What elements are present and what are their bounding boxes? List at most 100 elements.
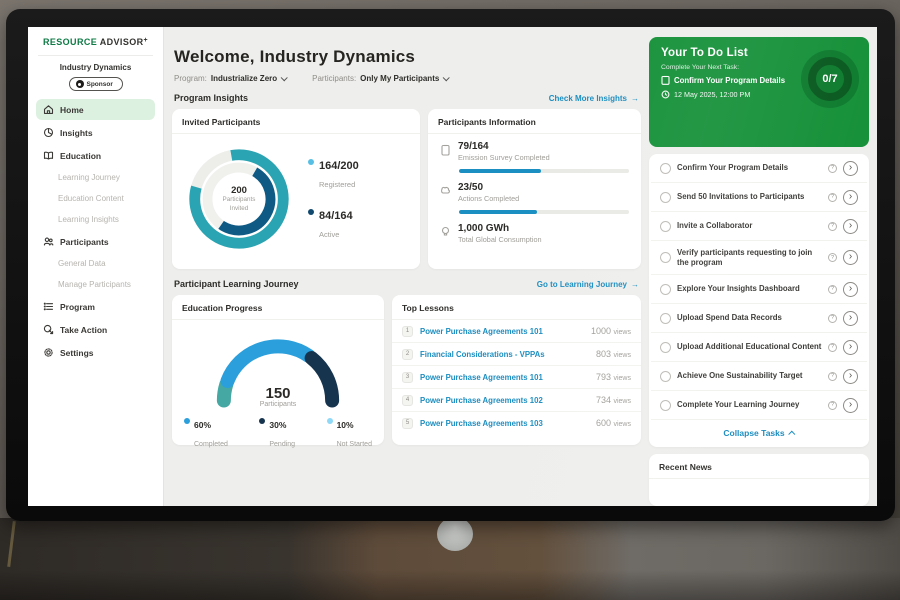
sidebar: RESOURCE ADVISOR+ Industry Dynamics Spon…: [28, 27, 164, 506]
todo-summary-card: Your To Do List Complete Your Next Task:…: [649, 37, 869, 147]
participants-filter-value: Only My Participants: [360, 74, 439, 83]
card-title: Recent News: [649, 454, 869, 479]
task-row: Upload Spend Data Records ? ›: [651, 304, 867, 333]
task-checkbox[interactable]: [660, 313, 671, 324]
task-row: Confirm Your Program Details ? ›: [651, 154, 867, 183]
chevron-up-icon: [788, 430, 795, 437]
sidebar-item-program[interactable]: Program: [36, 296, 155, 317]
section-title: Participant Learning Journey: [174, 279, 299, 289]
stat-label: Emission Survey Completed: [458, 153, 550, 162]
task-go-button[interactable]: ›: [843, 282, 858, 297]
help-icon[interactable]: ?: [828, 343, 837, 352]
help-icon[interactable]: ?: [828, 285, 837, 294]
gauge-legend: 60% Completed 30% Pending 10% Not Starte…: [172, 408, 384, 451]
help-icon[interactable]: ?: [828, 164, 837, 173]
content-area: Welcome, Industry Dynamics Program: Indu…: [164, 27, 877, 506]
help-icon[interactable]: ?: [828, 222, 837, 231]
task-go-button[interactable]: ›: [843, 340, 858, 355]
go-to-learning-journey-link[interactable]: Go to Learning Journey →: [537, 280, 639, 289]
sidebar-item-label: Insights: [60, 128, 93, 138]
sidebar-item-manage-participants[interactable]: Manage Participants: [36, 275, 155, 294]
legend-label: Completed: [194, 441, 228, 448]
page-title: Welcome, Industry Dynamics: [174, 47, 641, 67]
task-label: Explore Your Insights Dashboard: [677, 284, 822, 294]
task-checkbox[interactable]: [660, 252, 671, 263]
sidebar-item-insights[interactable]: Insights: [36, 122, 155, 143]
task-go-button[interactable]: ›: [843, 311, 858, 326]
task-go-button[interactable]: ›: [843, 369, 858, 384]
learning-cards-row: Education Progress 150 Participants: [172, 295, 641, 445]
task-go-button[interactable]: ›: [843, 219, 858, 234]
sidebar-item-learning-insights[interactable]: Learning Insights: [36, 210, 155, 229]
lesson-row: 2 Financial Considerations - VPPAs 803 v…: [392, 343, 641, 366]
task-checkbox[interactable]: [660, 284, 671, 295]
lesson-link[interactable]: Power Purchase Agreements 103: [420, 419, 589, 428]
task-checkbox[interactable]: [660, 371, 671, 382]
help-icon[interactable]: ?: [828, 314, 837, 323]
monitor-bezel: RESOURCE ADVISOR+ Industry Dynamics Spon…: [6, 9, 895, 521]
gear-icon: [43, 347, 54, 358]
participants-filter[interactable]: Participants: Only My Participants: [312, 74, 448, 83]
lesson-link[interactable]: Power Purchase Agreements 101: [420, 373, 589, 382]
sidebar-item-label: Education: [60, 151, 101, 161]
sidebar-item-general-data[interactable]: General Data: [36, 254, 155, 273]
help-icon[interactable]: ?: [828, 253, 837, 262]
task-checkbox[interactable]: [660, 400, 671, 411]
legend-dot: [184, 418, 190, 424]
legend-value: 30%: [269, 420, 286, 430]
todo-tasks-card: Confirm Your Program Details ? › Send 50…: [649, 154, 869, 447]
sponsor-icon: [76, 80, 84, 88]
program-filter[interactable]: Program: Industrialize Zero: [174, 74, 286, 83]
task-checkbox[interactable]: [660, 221, 671, 232]
lesson-row: 4 Power Purchase Agreements 102 734 view…: [392, 389, 641, 412]
sidebar-item-take-action[interactable]: Take Action: [36, 319, 155, 340]
task-label: Invite a Collaborator: [677, 221, 822, 231]
task-checkbox[interactable]: [660, 163, 671, 174]
sponsor-badge[interactable]: Sponsor: [69, 77, 123, 91]
sidebar-item-learning-journey[interactable]: Learning Journey: [36, 168, 155, 187]
task-go-button[interactable]: ›: [843, 161, 858, 176]
clipboard-icon: [661, 75, 670, 85]
invited-body: 200 Participants Invited 164/200 Registe…: [172, 134, 420, 264]
legend-label: Pending: [269, 441, 295, 448]
sidebar-item-education-content[interactable]: Education Content: [36, 189, 155, 208]
sidebar-item-education[interactable]: Education: [36, 145, 155, 166]
todo-due-label: 12 May 2025, 12:00 PM: [674, 90, 750, 99]
card-title: Invited Participants: [172, 109, 420, 134]
check-more-insights-link[interactable]: Check More Insights →: [549, 94, 639, 103]
task-go-button[interactable]: ›: [843, 190, 858, 205]
recent-news-card: Recent News: [649, 454, 869, 506]
task-go-button[interactable]: ›: [843, 250, 858, 265]
collapse-tasks-link[interactable]: Collapse Tasks: [651, 420, 867, 447]
education-progress-card: Education Progress 150 Participants: [172, 295, 384, 445]
donut-center-value: 200: [231, 185, 247, 196]
lesson-link[interactable]: Power Purchase Agreements 102: [420, 396, 589, 405]
help-icon[interactable]: ?: [828, 401, 837, 410]
card-title: Top Lessons: [392, 295, 641, 320]
task-checkbox[interactable]: [660, 342, 671, 353]
task-row: Explore Your Insights Dashboard ? ›: [651, 275, 867, 304]
lesson-views-count: 793: [596, 372, 611, 382]
arrow-right-icon: →: [631, 94, 639, 103]
sidebar-item-settings[interactable]: Settings: [36, 342, 155, 363]
task-label: Send 50 Invitations to Participants: [677, 192, 822, 202]
todo-counter: 0/7: [822, 73, 837, 85]
legend-pending: 30% Pending: [259, 415, 295, 451]
sidebar-item-home[interactable]: Home: [36, 99, 155, 120]
lesson-link[interactable]: Power Purchase Agreements 101: [420, 327, 584, 336]
help-icon[interactable]: ?: [828, 372, 837, 381]
program-insights-header: Program Insights Check More Insights →: [174, 93, 639, 103]
home-icon: [43, 104, 54, 115]
sidebar-item-participants[interactable]: Participants: [36, 231, 155, 252]
donut-center-label: 200 Participants Invited: [180, 140, 298, 258]
help-icon[interactable]: ?: [828, 193, 837, 202]
task-label: Verify participants requesting to join t…: [677, 248, 822, 268]
donut-chart: 200 Participants Invited: [180, 140, 298, 258]
task-go-button[interactable]: ›: [843, 398, 858, 413]
legend-dot: [308, 159, 314, 165]
logo-advisor: ADVISOR: [100, 37, 144, 47]
legend-label: Not Started: [337, 441, 372, 448]
task-row: Upload Additional Educational Content ? …: [651, 333, 867, 362]
task-checkbox[interactable]: [660, 192, 671, 203]
lesson-link[interactable]: Financial Considerations - VPPAs: [420, 350, 589, 359]
